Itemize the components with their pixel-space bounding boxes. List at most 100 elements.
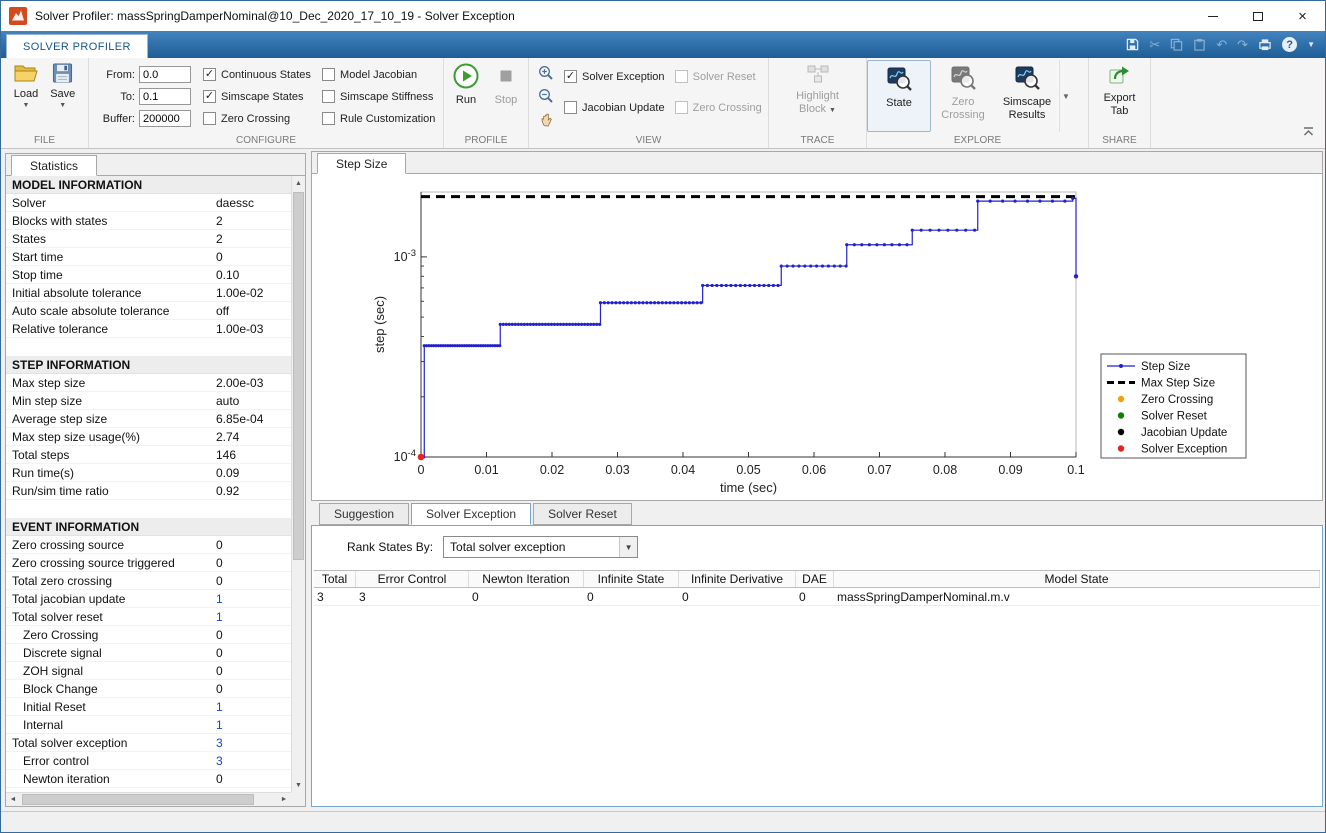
table-cell: massSpringDamperNominal.m.v xyxy=(837,589,1010,604)
tab-solver-exception[interactable]: Solver Exception xyxy=(411,503,532,525)
export-tab-button[interactable]: Export Tab xyxy=(1092,58,1148,132)
checkbox[interactable] xyxy=(322,68,336,81)
stop-button[interactable]: Stop xyxy=(488,58,524,132)
stats-value-link[interactable]: 1 xyxy=(216,592,223,606)
scroll-up-icon[interactable]: ▲ xyxy=(292,176,305,190)
rank-states-dropdown[interactable]: Total solver exception ▼ xyxy=(443,536,639,558)
load-button[interactable]: Load ▼ xyxy=(9,58,43,132)
checkbox[interactable] xyxy=(322,90,336,103)
statistics-horizontal-scrollbar[interactable]: ◄ ► xyxy=(6,792,291,806)
save-label: Save xyxy=(50,88,76,100)
stats-label: Zero crossing source triggered xyxy=(12,555,175,570)
paste-icon[interactable] xyxy=(1193,38,1206,51)
step-size-chart-panel: Step Size 10-3 10-4 0 0.01 0.02 0.03 0.04 0.05 0… xyxy=(311,151,1323,501)
run-icon xyxy=(453,63,479,92)
view-checkbox-jacobian-update[interactable]: Jacobian Update xyxy=(564,101,669,114)
stats-row: Stop time 0.10 xyxy=(6,266,291,284)
stats-value-link[interactable]: 1 xyxy=(216,700,223,714)
configure-checkbox-simscape-stiffness[interactable]: Simscape Stiffness xyxy=(322,90,443,103)
configure-checkbox-model-jacobian[interactable]: Model Jacobian xyxy=(322,68,443,81)
column-header-dae[interactable]: DAE xyxy=(796,571,834,587)
zoom-out-button[interactable] xyxy=(537,87,555,105)
zero-crossing-button[interactable]: Zero Crossing xyxy=(931,60,995,132)
checkbox[interactable] xyxy=(322,112,336,125)
chevron-down-icon[interactable]: ▼ xyxy=(1307,40,1315,49)
tab-statistics[interactable]: Statistics xyxy=(11,155,98,176)
checkbox[interactable]: ✓ xyxy=(203,68,216,81)
view-checkbox-solver-exception[interactable]: ✓ Solver Exception xyxy=(564,70,669,83)
tab-step-size[interactable]: Step Size xyxy=(317,153,407,174)
scroll-right-icon[interactable]: ► xyxy=(277,793,291,806)
svg-text:0.06: 0.06 xyxy=(802,463,826,477)
checkbox[interactable] xyxy=(564,101,577,114)
column-header-newton-iteration[interactable]: Newton Iteration xyxy=(469,571,584,587)
cut-icon[interactable]: ✂ xyxy=(1149,38,1160,51)
copy-icon[interactable] xyxy=(1170,38,1183,51)
stats-value-link[interactable]: 3 xyxy=(216,754,223,768)
save-icon xyxy=(52,63,73,86)
undo-icon[interactable]: ↶ xyxy=(1216,38,1227,51)
stats-value-link[interactable]: 1 xyxy=(216,718,223,732)
ribbon-section-explore: State Zero Crossing Simscape Results ▼ EXPL… xyxy=(867,58,1089,148)
stats-label: Max step size xyxy=(12,375,86,390)
column-header-infinite-state[interactable]: Infinite State xyxy=(584,571,679,587)
view-checkbox-solver-reset[interactable]: Solver Reset xyxy=(674,70,768,83)
scrollbar-thumb[interactable] xyxy=(22,794,254,805)
column-header-infinite-derivative[interactable]: Infinite Derivative xyxy=(679,571,796,587)
step-size-chart[interactable]: 10-3 10-40 0.01 0.02 0.03 0.04 0.05 0.06 0.07 0.0… xyxy=(312,174,1322,500)
save-icon[interactable] xyxy=(1126,38,1139,51)
collapse-ribbon-button[interactable] xyxy=(1302,124,1315,142)
redo-icon[interactable]: ↷ xyxy=(1237,38,1248,51)
configure-checkbox-label: Simscape Stiffness xyxy=(340,90,434,103)
help-icon[interactable]: ? xyxy=(1282,37,1298,52)
stats-value: daessc xyxy=(216,195,255,210)
tab-solver-profiler[interactable]: SOLVER PROFILER xyxy=(6,34,148,58)
svg-text:0.03: 0.03 xyxy=(605,463,629,477)
column-header-model-state[interactable]: Model State xyxy=(834,571,1320,587)
maximize-button[interactable] xyxy=(1235,1,1280,31)
view-checkbox-zero-crossing[interactable]: Zero Crossing xyxy=(674,101,768,114)
stats-label: Discrete signal xyxy=(23,645,102,660)
configure-checkbox-continuous-states[interactable]: ✓ Continuous States xyxy=(203,68,314,81)
minimize-button[interactable] xyxy=(1190,1,1235,31)
column-header-total[interactable]: Total xyxy=(314,571,356,587)
explore-overflow-button[interactable]: ▼ xyxy=(1059,60,1072,132)
checkbox[interactable] xyxy=(674,101,688,114)
save-button[interactable]: Save ▼ xyxy=(45,58,80,132)
stats-label: Internal xyxy=(23,717,64,732)
highlight-block-button[interactable]: Highlight Block ▼ xyxy=(783,58,853,132)
to-input[interactable] xyxy=(139,88,191,105)
configure-checkbox-rule-customization[interactable]: Rule Customization xyxy=(322,112,443,125)
scrollbar-thumb[interactable] xyxy=(293,192,304,560)
statistics-vertical-scrollbar[interactable]: ▲ ▼ xyxy=(291,176,305,792)
pan-hand-button[interactable] xyxy=(537,110,555,128)
tab-solver-reset[interactable]: Solver Reset xyxy=(533,503,632,525)
stats-value: 2 xyxy=(216,231,223,246)
column-header-error-control[interactable]: Error Control xyxy=(356,571,469,587)
stats-value-link[interactable]: 3 xyxy=(216,736,223,750)
chevron-down-icon: ▼ xyxy=(829,106,836,114)
stop-icon xyxy=(493,63,519,92)
configure-checkbox-simscape-states[interactable]: ✓ Simscape States xyxy=(203,90,314,103)
scroll-left-icon[interactable]: ◄ xyxy=(6,793,20,806)
scroll-down-icon[interactable]: ▼ xyxy=(292,778,305,792)
from-input[interactable] xyxy=(139,66,191,83)
configure-checkbox-zero-crossing[interactable]: Zero Crossing xyxy=(203,112,314,125)
tab-suggestion[interactable]: Suggestion xyxy=(319,503,410,525)
run-button[interactable]: Run xyxy=(448,58,484,132)
checkbox[interactable]: ✓ xyxy=(203,90,216,103)
close-button[interactable]: × xyxy=(1280,1,1325,31)
stats-value-link[interactable]: 1 xyxy=(216,610,223,624)
simscape-results-button[interactable]: Simscape Results xyxy=(995,60,1059,132)
checkbox[interactable] xyxy=(203,112,216,125)
checkbox[interactable]: ✓ xyxy=(564,70,577,83)
stats-row: Initial Reset 1 xyxy=(6,698,291,716)
print-icon[interactable] xyxy=(1258,38,1272,51)
svg-text:0: 0 xyxy=(418,463,425,477)
table-row[interactable]: 3 3 0 0 0 0 massSpringDamperNominal.m.v xyxy=(314,588,1320,606)
buffer-input[interactable] xyxy=(139,110,191,127)
share-section-label: SHARE xyxy=(1102,135,1137,146)
zoom-in-button[interactable] xyxy=(537,64,555,82)
checkbox[interactable] xyxy=(674,70,688,83)
state-button[interactable]: State xyxy=(867,60,931,132)
